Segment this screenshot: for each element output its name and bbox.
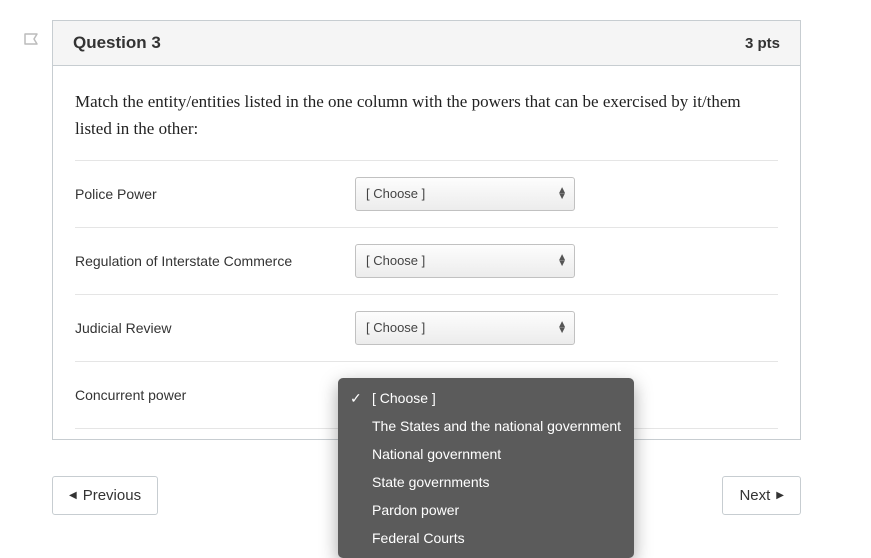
dropdown-option[interactable]: [ Choose ] bbox=[338, 384, 634, 412]
dropdown-option[interactable]: National government bbox=[338, 440, 634, 468]
select-box[interactable]: [ Choose ] bbox=[355, 244, 575, 278]
previous-label: Previous bbox=[83, 487, 141, 504]
dropdown-option[interactable]: The States and the national government bbox=[338, 412, 634, 440]
dropdown-option[interactable]: State governments bbox=[338, 468, 634, 496]
match-row: Judicial Review [ Choose ] ▲▼ bbox=[75, 294, 778, 361]
dropdown-option[interactable]: Pardon power bbox=[338, 496, 634, 524]
question-text: Match the entity/entities listed in the … bbox=[75, 88, 778, 142]
next-button[interactable]: Next ▶ bbox=[722, 476, 801, 515]
caret-right-icon: ▶ bbox=[776, 490, 784, 501]
next-label: Next bbox=[739, 487, 770, 504]
caret-left-icon: ◀ bbox=[69, 490, 77, 501]
select-police-power[interactable]: [ Choose ] ▲▼ bbox=[355, 177, 575, 211]
dropdown-option[interactable]: Federal Courts bbox=[338, 524, 634, 552]
previous-button[interactable]: ◀ Previous bbox=[52, 476, 158, 515]
select-interstate-commerce[interactable]: [ Choose ] ▲▼ bbox=[355, 244, 575, 278]
question-title: Question 3 bbox=[73, 33, 161, 53]
match-label: Concurrent power bbox=[75, 387, 355, 403]
select-judicial-review[interactable]: [ Choose ] ▲▼ bbox=[355, 311, 575, 345]
dropdown-menu[interactable]: [ Choose ] The States and the national g… bbox=[338, 378, 634, 558]
match-row: Police Power [ Choose ] ▲▼ bbox=[75, 160, 778, 227]
select-box[interactable]: [ Choose ] bbox=[355, 177, 575, 211]
match-label: Regulation of Interstate Commerce bbox=[75, 253, 355, 269]
match-row: Regulation of Interstate Commerce [ Choo… bbox=[75, 227, 778, 294]
match-label: Judicial Review bbox=[75, 320, 355, 336]
question-header: Question 3 3 pts bbox=[53, 21, 800, 66]
match-label: Police Power bbox=[75, 186, 355, 202]
flag-icon[interactable] bbox=[22, 32, 42, 55]
select-box[interactable]: [ Choose ] bbox=[355, 311, 575, 345]
question-points: 3 pts bbox=[745, 35, 780, 52]
